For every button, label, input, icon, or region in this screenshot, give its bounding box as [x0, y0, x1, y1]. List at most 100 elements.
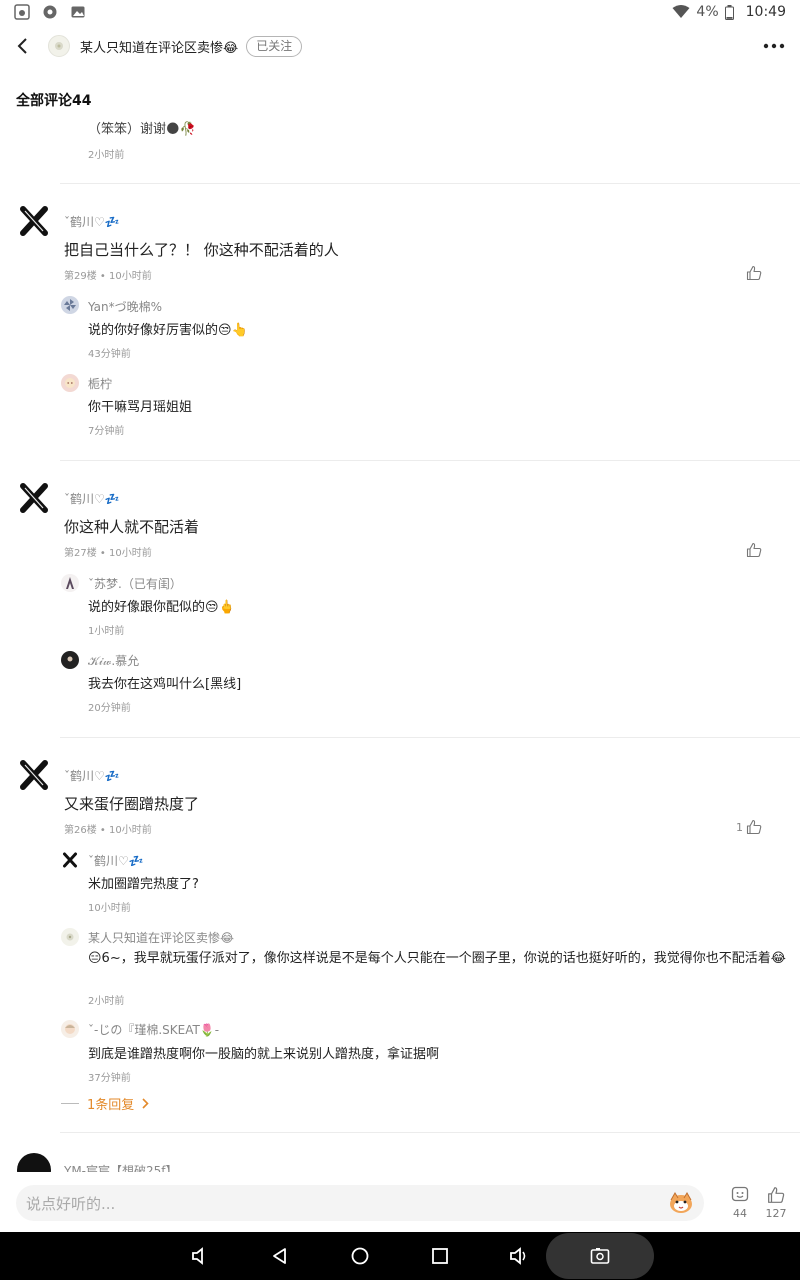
comment-feed[interactable]: （笨笨）谢谢🌑🥀 2小时前 ˇ鹤川♡💤 把自己当什么了？！ 你这种不配活着的人 …: [0, 114, 800, 1172]
cut-reply-text: （笨笨）谢谢🌑🥀: [88, 122, 196, 137]
reply-avatar[interactable]: [61, 374, 79, 392]
volume-up-button[interactable]: [508, 1244, 532, 1268]
reply-avatar[interactable]: [61, 1020, 79, 1038]
avatar[interactable]: [17, 204, 51, 238]
like-icon: [746, 819, 762, 835]
reply-author[interactable]: ˇ苏梦.（已有闺）: [88, 575, 182, 592]
sync-icon: [43, 5, 57, 19]
reply-avatar[interactable]: [61, 574, 79, 592]
follow-button[interactable]: 已关注: [246, 35, 303, 57]
reply-text: 米加圈蹭完热度了?: [88, 877, 199, 892]
divider: [60, 737, 800, 738]
like-total: 127: [765, 1207, 787, 1220]
author-name[interactable]: 某人只知道在评论区卖惨😂: [80, 37, 238, 56]
avatar[interactable]: [17, 1153, 51, 1172]
emoji-icon[interactable]: [668, 1191, 694, 1215]
home-circle-icon: [351, 1247, 369, 1265]
like-button[interactable]: [743, 265, 762, 281]
back-button[interactable]: [0, 28, 44, 64]
like-count: 1: [736, 820, 743, 834]
back-icon: [17, 38, 27, 54]
cut-reply-time: 2小时前: [88, 150, 125, 161]
author-avatar[interactable]: [48, 35, 70, 57]
comment-author[interactable]: ˇ鹤川♡💤: [64, 213, 120, 230]
reply-author[interactable]: 某人只知道在评论区卖惨😂: [88, 929, 234, 946]
x-avatar-icon: [63, 852, 77, 868]
x-avatar-icon: [20, 206, 48, 236]
reply-text: 😑6~，我早就玩蛋仔派对了，像你这样说是不是每个人只能在一个圈子里，你说的话也挺…: [88, 951, 786, 966]
divider: [60, 1132, 800, 1133]
image-icon: [71, 6, 85, 18]
comment-text: 又来蛋仔圈蹭热度了: [64, 795, 200, 813]
flower-avatar-icon: [55, 42, 63, 50]
like-icon: [746, 542, 762, 558]
reply-time: 37分钟前: [88, 1073, 131, 1084]
volume-up-icon: [510, 1247, 526, 1265]
comment-meta: 第26楼 • 10小时前: [64, 825, 152, 836]
reply-author[interactable]: ˇ-じの『瑾棉.SKEAT🌷-: [88, 1021, 219, 1038]
back-nav-button[interactable]: [268, 1244, 292, 1268]
comment-count-button[interactable]: 44: [722, 1186, 758, 1220]
reply-time: 7分钟前: [88, 426, 125, 437]
reply-avatar[interactable]: [61, 296, 79, 314]
reply-author[interactable]: 𝒦𝒾𝓌.慕允: [88, 652, 139, 669]
reply-author[interactable]: ˇ鹤川♡💤: [88, 852, 144, 869]
recents-button[interactable]: [428, 1244, 452, 1268]
post-header: 某人只知道在评论区卖惨😂 已关注: [0, 28, 800, 64]
comment-author[interactable]: ˇ鹤川♡💤: [64, 490, 120, 507]
separator-line: [61, 1103, 79, 1104]
reply-avatar[interactable]: [61, 651, 79, 669]
navigation-bar: [0, 1232, 800, 1280]
more-button[interactable]: [762, 34, 786, 58]
home-button[interactable]: [348, 1244, 372, 1268]
reply-text: 说的你好像好厉害似的😒👆: [88, 323, 248, 338]
wifi-icon: [672, 5, 690, 18]
screenshot-button[interactable]: [588, 1244, 612, 1268]
anime-avatar-icon: [65, 378, 75, 388]
reply-author[interactable]: Yan*づ晚棉%: [88, 298, 162, 315]
dark-avatar-icon: [67, 656, 73, 662]
baidu-app-icon: [14, 4, 30, 20]
reply-time: 20分钟前: [88, 703, 131, 714]
clock: 10:49: [745, 4, 786, 20]
like-button[interactable]: 1: [736, 819, 762, 835]
comment-meta: 第27楼 • 10小时前: [64, 548, 152, 559]
reply-avatar[interactable]: [61, 851, 79, 869]
comment-input-bar: 说点好听的... 44 127: [0, 1176, 800, 1232]
expand-replies-button[interactable]: 1条回复: [61, 1094, 149, 1113]
comment-author[interactable]: YM-宸宸【想破25f】: [64, 1162, 178, 1172]
battery-percent: 4%: [696, 4, 719, 20]
comment-input-placeholder: 说点好听的...: [26, 1194, 116, 1213]
volume-down-button[interactable]: [188, 1244, 212, 1268]
section-title: 全部评论44: [16, 93, 92, 109]
recents-square-icon: [432, 1248, 448, 1264]
status-bar: 4% 10:49: [0, 0, 800, 24]
like-icon: [746, 265, 762, 281]
like-count-button[interactable]: 127: [758, 1186, 794, 1220]
reply-text: 你干嘛骂月瑶姐姐: [88, 400, 193, 415]
like-button[interactable]: [743, 542, 762, 558]
flower-avatar-icon: [66, 933, 74, 941]
more-icon: [763, 43, 785, 49]
x-avatar-icon: [20, 483, 48, 513]
reply-text: 我去你在这鸡叫什么[黑线]: [88, 677, 242, 692]
avatar[interactable]: [17, 758, 51, 792]
reply-time: 43分钟前: [88, 349, 131, 360]
reply-avatar[interactable]: [61, 928, 79, 946]
avatar[interactable]: [17, 481, 51, 515]
x-avatar-icon: [20, 760, 48, 790]
comment-text: 你这种人就不配活着: [64, 518, 200, 536]
screenshot-icon: [590, 1248, 610, 1264]
back-triangle-icon: [273, 1248, 286, 1264]
like-icon: [768, 1187, 785, 1203]
comment-icon: [731, 1186, 749, 1202]
comment-input[interactable]: 说点好听的...: [16, 1185, 704, 1221]
volume-down-icon: [192, 1247, 203, 1265]
reply-text: 说的好像跟你配似的😒🖕: [88, 600, 235, 615]
reply-text: 到底是谁蹭热度啊你一股脑的就上来说别人蹭热度，拿证据啊: [88, 1047, 440, 1062]
chevron-right-icon: [142, 1098, 149, 1109]
reply-author[interactable]: 栀柠: [88, 375, 112, 392]
comment-text: 把自己当什么了？！ 你这种不配活着的人: [64, 241, 339, 259]
girl-avatar-icon: [66, 577, 74, 589]
comment-author[interactable]: ˇ鹤川♡💤: [64, 767, 120, 784]
